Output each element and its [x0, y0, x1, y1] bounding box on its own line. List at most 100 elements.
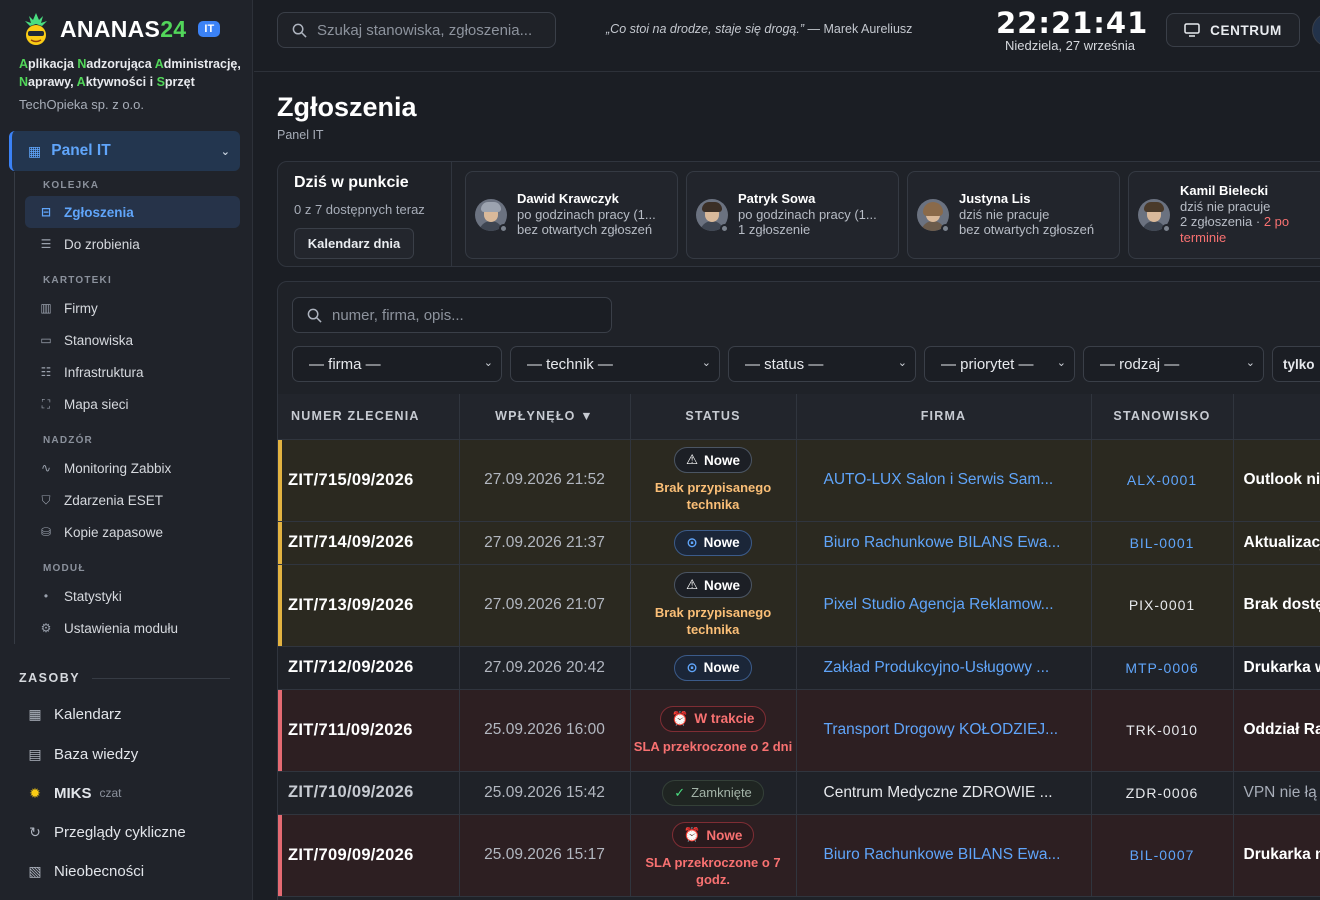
- ticket-firm-link[interactable]: Biuro Rachunkowe BILANS Ewa...: [796, 814, 1092, 897]
- table-row[interactable]: ZIT/715/09/2026 27.09.2026 21:52 ⚠ Nowe Br…: [278, 439, 1320, 522]
- tech-tickets-text: 1 zgłoszenie: [738, 222, 811, 237]
- table-row[interactable]: ZIT/713/09/2026 27.09.2026 21:07 ⚠ Nowe Br…: [278, 564, 1320, 647]
- centrum-button[interactable]: CENTRUM: [1166, 13, 1300, 47]
- ticket-date: 25.09.2026 15:17: [459, 814, 631, 897]
- global-search-input[interactable]: [317, 21, 547, 39]
- tech-card[interactable]: Dawid Krawczyk po godzinach pracy (1... be…: [465, 171, 678, 259]
- ticket-number[interactable]: ZIT/714/09/2026: [278, 521, 460, 565]
- sidebar-item-kopie-zapasowe[interactable]: ⛁ Kopie zapasowe: [25, 516, 240, 548]
- sidebar-item-zdarzenia-eset[interactable]: ⛉ Zdarzenia ESET: [25, 484, 240, 516]
- ticket-date: 25.09.2026 15:42: [459, 771, 631, 815]
- ticket-number[interactable]: ZIT/713/09/2026: [278, 564, 460, 647]
- section-kolejka: KOLEJKA: [43, 180, 100, 191]
- database-icon: ⛁: [40, 525, 52, 539]
- tech-card[interactable]: Justyna Lis dziś nie pracuje bez otwartych…: [907, 171, 1120, 259]
- book-icon: ▤: [28, 745, 42, 762]
- ticket-search-input[interactable]: [332, 306, 602, 324]
- ticket-number[interactable]: ZIT/711/09/2026: [278, 689, 460, 772]
- table-row[interactable]: ZIT/709/09/2026 25.09.2026 15:17 ⏰ Nowe SL…: [278, 814, 1320, 897]
- acronym-letter: A: [154, 57, 164, 71]
- ticket-workstation-link[interactable]: BIL-0001: [1091, 521, 1234, 565]
- status-label: W trakcie: [694, 711, 755, 726]
- ticket-firm-link[interactable]: Pixel Studio Agencja Reklamow...: [796, 564, 1092, 647]
- sidebar-item-label: Firmy: [64, 300, 98, 316]
- col-opis[interactable]: [1233, 394, 1320, 440]
- brand-badge: IT: [198, 21, 221, 37]
- sidebar-item-do-zrobienia[interactable]: ☰ Do zrobienia: [25, 228, 240, 260]
- sidebar-item-miks-czat[interactable]: ✹ MIKS czat: [27, 778, 121, 808]
- today-summary: Dziś w punkcie 0 z 7 dostępnych teraz: [294, 174, 454, 217]
- sidebar-item-kalendarz[interactable]: ▦ Kalendarz: [27, 699, 121, 729]
- filter-technik[interactable]: — technik — ⌄: [510, 346, 720, 382]
- ticket-workstation-link[interactable]: ALX-0001: [1091, 439, 1234, 522]
- ticket-date: 27.09.2026 21:52: [459, 439, 631, 522]
- sidebar-item-infrastruktura[interactable]: ☷ Infrastruktura: [25, 356, 240, 388]
- ticket-firm-link[interactable]: AUTO-LUX Salon i Serwis Sam...: [796, 439, 1092, 522]
- filter-firma[interactable]: — firma — ⌄: [292, 346, 502, 382]
- col-status[interactable]: STATUS: [630, 394, 797, 440]
- tech-availability: po godzinach pracy (1...: [738, 206, 877, 222]
- table-row[interactable]: ZIT/710/09/2026 25.09.2026 15:42 ✓ Zamkni…: [278, 771, 1320, 815]
- tech-card[interactable]: Kamil Bielecki dziś nie pracuje 2 zgłoszen…: [1128, 171, 1320, 259]
- section-zasoby: ZASOBY: [19, 671, 81, 685]
- table-row[interactable]: ZIT/711/09/2026 25.09.2026 16:00 ⏰ W trak…: [278, 689, 1320, 772]
- sidebar-item-zgloszenia[interactable]: ⊟ Zgłoszenia: [25, 196, 240, 228]
- acronym-letter: A: [19, 57, 29, 71]
- tech-tickets: bez otwartych zgłoszeń: [517, 222, 673, 238]
- today-available: 0 z 7 dostępnych teraz: [294, 202, 425, 217]
- ticket-firm-link[interactable]: Transport Drogowy KOŁODZIEJ...: [796, 689, 1092, 772]
- status-label: Nowe: [704, 452, 741, 468]
- user-avatar-button[interactable]: [1312, 13, 1320, 47]
- col-wplynelo[interactable]: WPŁYNĘŁO ▼: [459, 394, 631, 440]
- filter-tylko-toggle[interactable]: tylko: [1272, 346, 1320, 382]
- calendar-day-button[interactable]: Kalendarz dnia: [294, 228, 414, 259]
- clock: 22:21:41 Niedziela, 27 września: [996, 6, 1147, 53]
- col-numer[interactable]: NUMER ZLECENIA: [278, 394, 460, 440]
- brand[interactable]: ANANAS24 IT: [20, 12, 221, 46]
- quote-author: — Marek Aureliusz: [804, 22, 913, 36]
- ticket-search[interactable]: [292, 297, 612, 333]
- filter-priorytet[interactable]: — priorytet — ⌄: [924, 346, 1075, 382]
- miks-label: MIKS: [54, 784, 92, 802]
- ticket-workstation: TRK-0010: [1091, 689, 1234, 772]
- table-row[interactable]: ZIT/712/09/2026 27.09.2026 20:42 ⊙ Nowe Z…: [278, 646, 1320, 690]
- warning-icon: ⚠: [685, 452, 699, 467]
- filter-status[interactable]: — status — ⌄: [728, 346, 916, 382]
- filter-rodzaj[interactable]: — rodzaj — ⌄: [1083, 346, 1264, 382]
- global-search[interactable]: [277, 12, 556, 48]
- ticket-workstation-link[interactable]: BIL-0007: [1091, 814, 1234, 897]
- ticket-firm-link[interactable]: Biuro Rachunkowe BILANS Ewa...: [796, 521, 1092, 565]
- sidebar-item-ustawienia-modulu[interactable]: ⚙ Ustawienia modułu: [25, 612, 240, 644]
- ticket-number[interactable]: ZIT/709/09/2026: [278, 814, 460, 897]
- status-label: Nowe: [704, 577, 741, 593]
- page-title: Zgłoszenia: [277, 92, 417, 122]
- ticket-number[interactable]: ZIT/715/09/2026: [278, 439, 460, 522]
- sidebar-item-firmy[interactable]: ▥ Firmy: [25, 292, 240, 324]
- col-stanowisko[interactable]: STANOWISKO: [1091, 394, 1234, 440]
- chevron-down-icon: ⌄: [483, 357, 493, 369]
- ticket-number[interactable]: ZIT/712/09/2026: [278, 646, 460, 690]
- sidebar-item-label: Infrastruktura: [64, 364, 144, 380]
- tech-tickets: 2 zgłoszenia · 2 po terminie: [1180, 214, 1320, 245]
- ticket-status: ✓ Zamknięte: [630, 771, 797, 815]
- acronym-letter: N: [19, 75, 29, 89]
- sidebar-item-przeglady[interactable]: ↻ Przeglądy cykliczne: [27, 817, 186, 847]
- sidebar-item-mapa-sieci[interactable]: ⛶ Mapa sieci: [25, 388, 240, 420]
- ticket-workstation-link[interactable]: MTP-0006: [1091, 646, 1234, 690]
- ticket-number[interactable]: ZIT/710/09/2026: [278, 771, 460, 815]
- sidebar-item-label: Mapa sieci: [64, 396, 129, 412]
- sidebar-item-stanowiska[interactable]: ▭ Stanowiska: [25, 324, 240, 356]
- sidebar-item-nieobecnosci[interactable]: ▧ Nieobecności: [27, 856, 144, 886]
- sidebar-item-label: Baza wiedzy: [54, 745, 139, 763]
- gear-icon: ⚙: [40, 621, 52, 635]
- ticket-firm-link[interactable]: Zakład Produkcyjno-Usługowy ...: [796, 646, 1092, 690]
- status-badge: ✓ Zamknięte: [662, 779, 764, 806]
- alarm-clock-icon: ⏰: [671, 710, 689, 726]
- tech-card[interactable]: Patryk Sowa po godzinach pracy (1... 1 zgł…: [686, 171, 899, 259]
- sidebar-item-statystyki[interactable]: • Statystyki: [25, 580, 240, 612]
- table-row[interactable]: ZIT/714/09/2026 27.09.2026 21:37 ⊙ Nowe B…: [278, 521, 1320, 565]
- panel-it-toggle[interactable]: ▦ Panel IT ⌄: [9, 131, 240, 171]
- col-firma[interactable]: FIRMA: [796, 394, 1092, 440]
- sidebar-item-baza-wiedzy[interactable]: ▤ Baza wiedzy: [27, 739, 138, 769]
- sidebar-item-monitoring-zabbix[interactable]: ∿ Monitoring Zabbix: [25, 452, 240, 484]
